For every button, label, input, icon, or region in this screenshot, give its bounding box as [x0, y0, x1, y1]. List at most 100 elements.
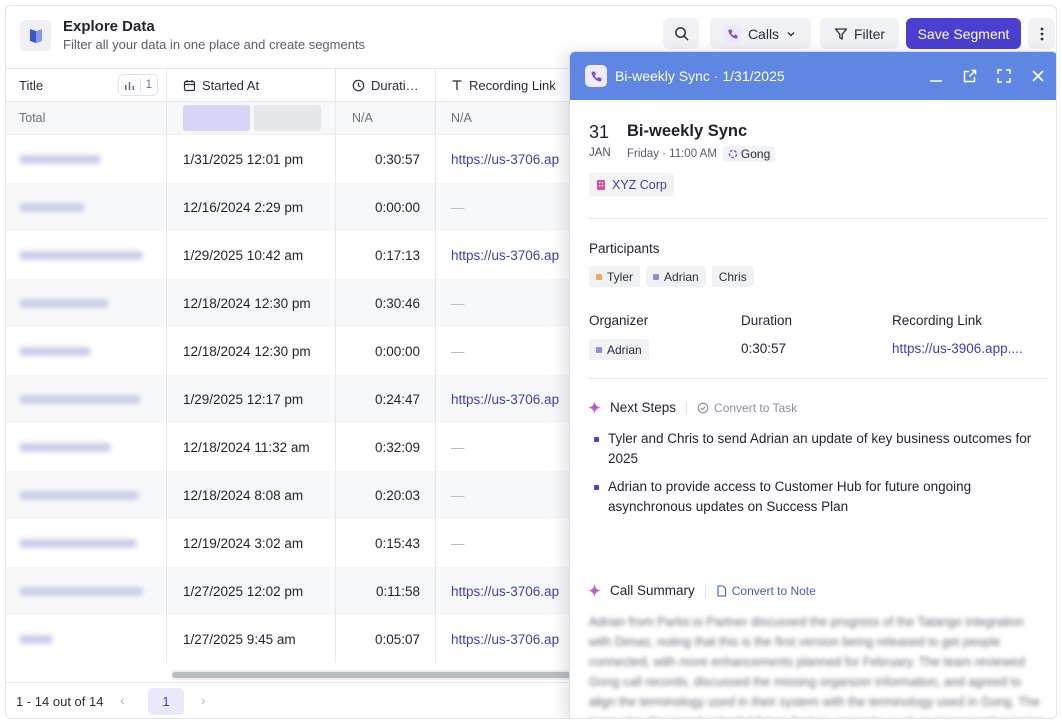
more-button[interactable]	[1028, 18, 1055, 49]
sort-indicator[interactable]: 1	[117, 74, 158, 96]
started-at-cell: 12/18/2024 8:08 am	[167, 471, 336, 519]
source-chip: Gong	[722, 146, 776, 162]
table-row[interactable]: 12/16/2024 2:29 pm 0:00:00 —	[6, 183, 576, 231]
recording-link-cell: —	[436, 423, 576, 471]
redacted-title	[19, 442, 111, 452]
title-cell-redacted[interactable]	[6, 231, 167, 279]
organizer-chip[interactable]: Adrian	[589, 339, 649, 360]
page-title: Explore Data	[63, 18, 155, 35]
data-table: Title 1 Started At Durati… Recording Lin…	[6, 68, 576, 668]
title-cell-redacted[interactable]	[6, 375, 167, 423]
recording-link[interactable]: https://us-3706.ap	[451, 152, 559, 167]
column-header-started-at[interactable]: Started At	[167, 69, 336, 101]
empty-value: —	[451, 199, 465, 215]
duration-cell: 0:11:58	[336, 567, 436, 615]
duration-label: Duration	[741, 313, 793, 328]
save-segment-button[interactable]: Save Segment	[906, 18, 1021, 49]
table-row[interactable]: 1/27/2025 9:45 am 0:05:07 https://us-3706.…	[6, 615, 576, 663]
redacted-title	[19, 202, 85, 212]
duration-cell: 0:15:43	[336, 519, 436, 567]
minimize-icon[interactable]	[926, 66, 946, 86]
table-total-row: Total N/A N/A	[6, 102, 576, 135]
participant-chip[interactable]: Adrian	[646, 266, 706, 287]
recording-link[interactable]: https://us-3706.ap	[451, 392, 559, 407]
filter-button[interactable]: Filter	[820, 18, 899, 49]
empty-value: —	[451, 535, 465, 551]
title-cell-redacted[interactable]	[6, 519, 167, 567]
table-header-row: Title 1 Started At Durati… Recording Lin…	[6, 68, 576, 102]
explore-data-page: Explore Data Filter all your data in one…	[5, 5, 1057, 719]
table-row[interactable]: 12/18/2024 8:08 am 0:20:03 —	[6, 471, 576, 519]
table-row[interactable]: 12/18/2024 12:30 pm 0:00:00 —	[6, 327, 576, 375]
recording-link-cell: —	[436, 471, 576, 519]
duration-cell: 0:30:46	[336, 279, 436, 327]
more-vertical-icon	[1040, 27, 1043, 40]
recording-link-value[interactable]: https://us-3906.app....	[892, 341, 1023, 356]
expand-icon[interactable]	[994, 66, 1014, 86]
table-row[interactable]: 1/29/2025 12:17 pm 0:24:47 https://us-3706…	[6, 375, 576, 423]
sparkle-icon	[587, 583, 602, 598]
title-cell-redacted[interactable]	[6, 135, 167, 183]
redacted-title	[19, 298, 109, 308]
started-at-cell: 12/18/2024 12:30 pm	[167, 279, 336, 327]
participant-chip[interactable]: Tyler	[589, 266, 641, 287]
horizontal-scrollbar[interactable]	[172, 670, 576, 680]
duration-cell: 0:30:57	[336, 135, 436, 183]
close-icon[interactable]	[1028, 66, 1048, 86]
table-row[interactable]: 1/31/2025 12:01 pm 0:30:57 https://us-3706…	[6, 135, 576, 183]
event-date-month: JAN	[589, 147, 611, 159]
chevron-down-icon	[787, 31, 795, 36]
title-cell-redacted[interactable]	[6, 183, 167, 231]
table-row[interactable]: 12/18/2024 11:32 am 0:32:09 —	[6, 423, 576, 471]
convert-to-note-button[interactable]: Convert to Note	[704, 583, 816, 598]
text-type-icon	[452, 80, 462, 90]
chevron-right-icon[interactable]: ›	[201, 692, 206, 708]
participant-chip[interactable]: Chris	[711, 266, 754, 287]
recording-link[interactable]: https://us-3706.ap	[451, 248, 559, 263]
convert-to-task-button[interactable]: Convert to Task	[686, 400, 797, 415]
scrollbar-thumb[interactable]	[172, 672, 576, 678]
check-circle-icon	[697, 402, 709, 413]
title-cell-redacted[interactable]	[6, 567, 167, 615]
open-external-icon[interactable]	[960, 66, 980, 86]
pagination-page-1[interactable]: 1	[148, 688, 184, 715]
table-row[interactable]: 1/27/2025 12:02 pm 0:11:58 https://us-3706…	[6, 567, 576, 615]
chevron-left-icon[interactable]: ‹	[120, 692, 125, 708]
table-row[interactable]: 12/18/2024 12:30 pm 0:30:46 —	[6, 279, 576, 327]
title-cell-redacted[interactable]	[6, 615, 167, 663]
table-row[interactable]: 1/29/2025 10:42 am 0:17:13 https://us-3706…	[6, 231, 576, 279]
empty-value: —	[451, 295, 465, 311]
recording-link[interactable]: https://us-3706.ap	[451, 632, 559, 647]
organizer-value: Adrian	[589, 339, 649, 360]
building-icon	[597, 180, 605, 190]
title-cell-redacted[interactable]	[6, 327, 167, 375]
started-at-cell: 12/16/2024 2:29 pm	[167, 183, 336, 231]
recording-link-cell: https://us-3706.ap	[436, 231, 576, 279]
duration-cell: 0:05:07	[336, 615, 436, 663]
redacted-title	[19, 394, 141, 404]
column-header-title[interactable]: Title 1	[6, 69, 167, 101]
table-row[interactable]: 12/19/2024 3:02 am 0:15:43 —	[6, 519, 576, 567]
company-chip[interactable]: XYZ Corp	[589, 173, 674, 197]
search-button[interactable]	[663, 18, 699, 49]
search-icon	[674, 27, 688, 41]
title-cell-redacted[interactable]	[6, 471, 167, 519]
recording-link[interactable]: https://us-3706.ap	[451, 584, 559, 599]
divider	[589, 218, 1049, 219]
calls-label: Calls	[747, 25, 780, 42]
redacted-title	[19, 154, 101, 164]
document-icon	[717, 584, 726, 597]
recording-link-cell: —	[436, 183, 576, 231]
redacted-title	[19, 586, 143, 596]
column-header-duration[interactable]: Durati…	[336, 69, 436, 101]
calls-dropdown[interactable]: Calls	[710, 18, 811, 49]
title-cell-redacted[interactable]	[6, 279, 167, 327]
duration-cell: 0:24:47	[336, 375, 436, 423]
empty-value: —	[451, 439, 465, 455]
started-at-cell: 1/27/2025 9:45 am	[167, 615, 336, 663]
title-cell-redacted[interactable]	[6, 423, 167, 471]
started-at-cell: 1/29/2025 10:42 am	[167, 231, 336, 279]
redacted-title	[19, 490, 139, 500]
column-header-recording-link[interactable]: Recording Link	[436, 69, 576, 101]
started-at-cell: 12/19/2024 3:02 am	[167, 519, 336, 567]
